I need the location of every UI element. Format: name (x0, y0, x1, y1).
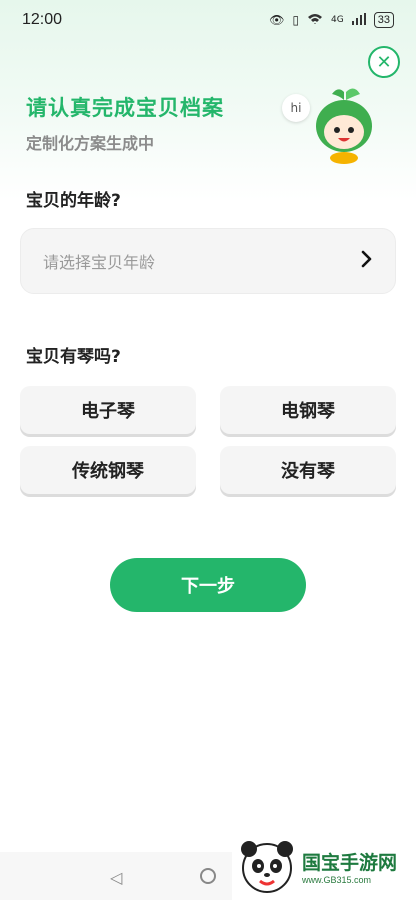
network-label: 4G (331, 15, 344, 25)
chevron-right-icon (361, 249, 373, 273)
option-electronic-keyboard[interactable]: 电子琴 (20, 386, 196, 434)
option-acoustic-piano[interactable]: 传统钢琴 (20, 446, 196, 494)
piano-label: 宝贝有琴吗? (26, 347, 121, 367)
status-icons: 👁 ▯ 4G 33 (269, 12, 394, 28)
wifi-icon (307, 13, 323, 28)
close-icon: ✕ (376, 51, 392, 73)
age-label: 宝贝的年龄? (26, 191, 121, 211)
option-no-piano[interactable]: 没有琴 (220, 446, 396, 494)
hi-bubble: hi (282, 94, 310, 122)
back-icon[interactable]: ◁ (110, 868, 122, 887)
age-select[interactable]: 请选择宝贝年龄 (20, 228, 396, 294)
option-digital-piano[interactable]: 电钢琴 (220, 386, 396, 434)
next-button[interactable]: 下一步 (110, 558, 306, 612)
close-button[interactable]: ✕ (368, 46, 400, 78)
status-bar: 12:00 👁 ▯ 4G 33 (0, 0, 416, 40)
eye-icon: 👁 (269, 13, 285, 27)
mascot-icon (316, 88, 372, 164)
panda-logo-icon (241, 841, 293, 893)
mascot-illustration: hi (282, 88, 402, 168)
age-select-placeholder: 请选择宝贝年龄 (43, 253, 156, 272)
home-icon[interactable] (200, 868, 216, 884)
battery-icon: 33 (373, 12, 394, 28)
watermark-url: www.GB315.com (302, 874, 372, 885)
vibrate-icon: ▯ (292, 13, 300, 27)
watermark-title: 国宝手游网 (302, 851, 398, 874)
status-time: 12:00 (22, 11, 63, 28)
watermark: 国宝手游网 www.GB315.com (232, 832, 416, 900)
page-subtitle: 定制化方案生成中 (26, 134, 155, 153)
page-title: 请认真完成宝贝档案 (26, 96, 224, 120)
signal-icon (351, 12, 366, 28)
